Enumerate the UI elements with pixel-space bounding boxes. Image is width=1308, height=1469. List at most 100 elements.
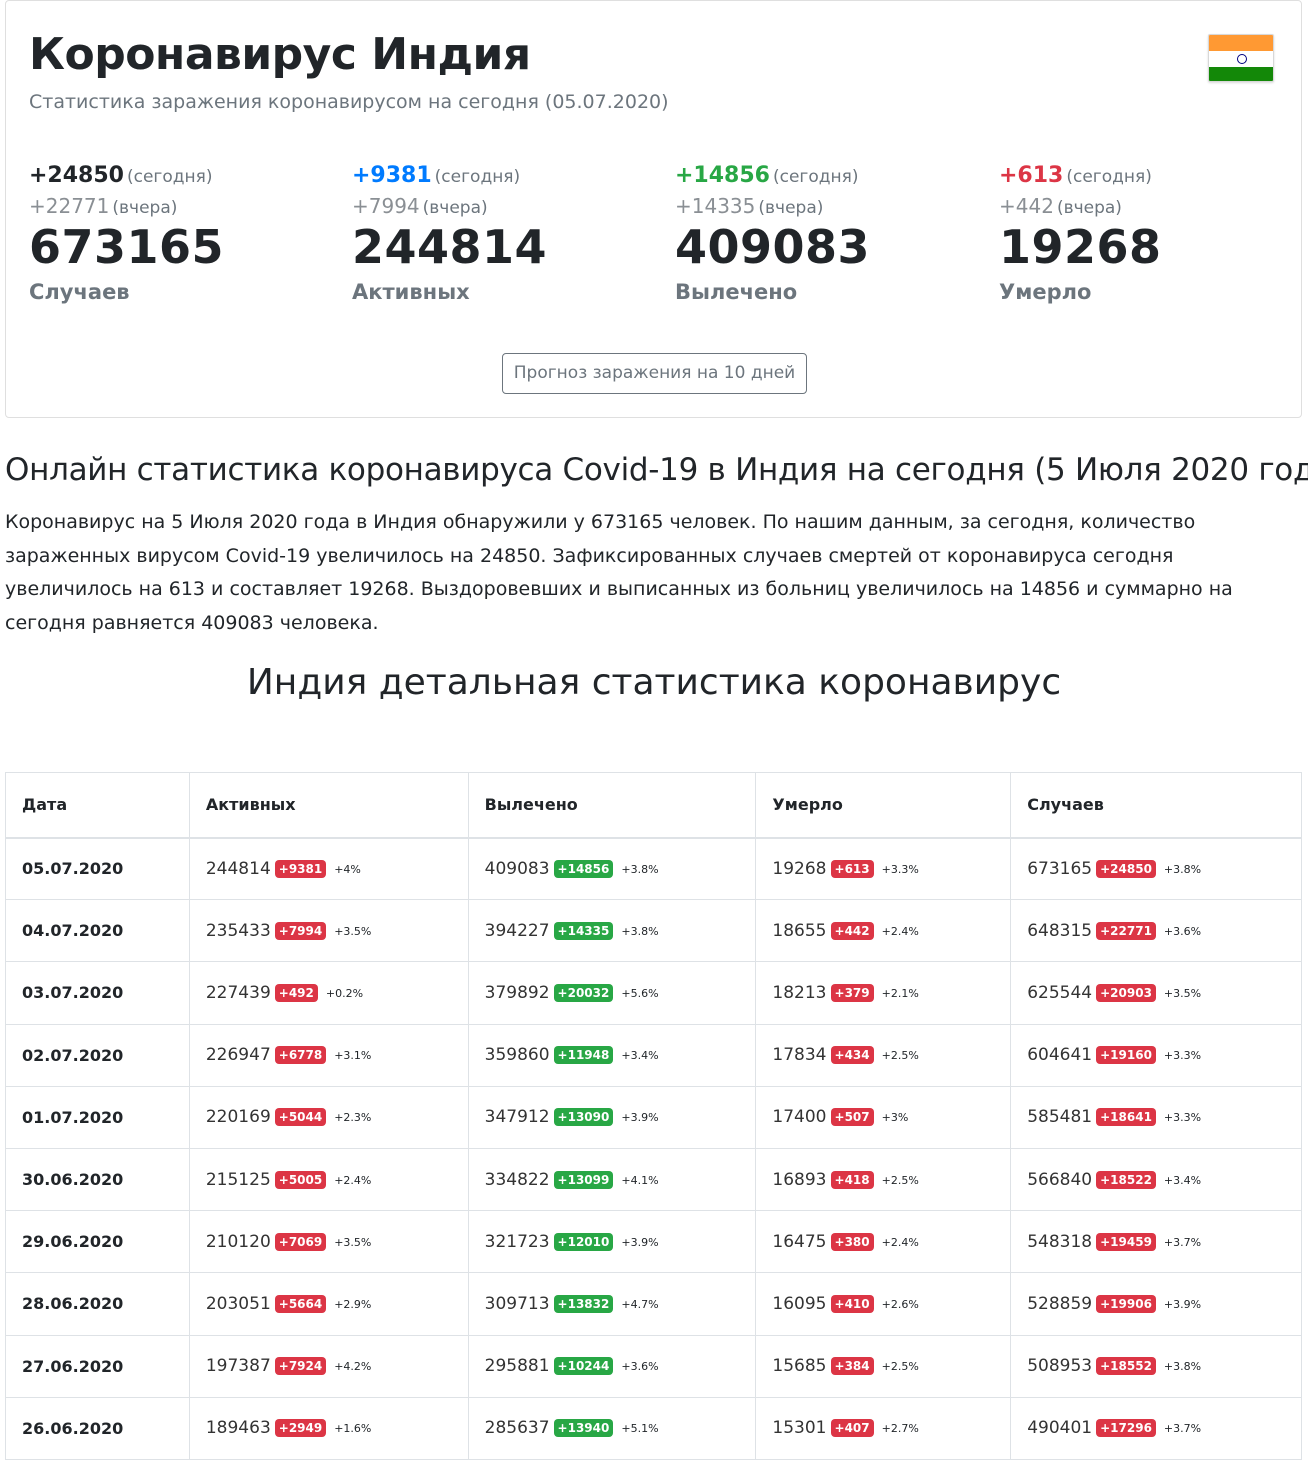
- delta-percent: +2.3%: [334, 1111, 372, 1125]
- cell-cases: 625544 +20903 +3.5%: [1010, 961, 1302, 1025]
- stat-active: +9381 (сегодня) +7994 (вчера) 244814 Актив…: [352, 163, 652, 304]
- cell-value: 235433: [205, 920, 271, 941]
- stat-total: 673165: [29, 220, 225, 274]
- delta-percent: +3.7%: [1163, 1235, 1202, 1249]
- delta-percent: +5.1%: [621, 1422, 659, 1436]
- stat-today-value: +24850: [29, 163, 124, 188]
- cell-value: 16893: [772, 1169, 827, 1190]
- cell-active: 197387 +7924 +4.2%: [188, 1334, 469, 1398]
- cell-value: 285637: [484, 1418, 550, 1439]
- cell-value: 508953: [1027, 1356, 1093, 1377]
- header-active: Активных: [188, 772, 469, 839]
- header-deaths: Умерло: [755, 772, 1012, 839]
- delta-badge: +20903: [1096, 983, 1156, 1002]
- cell-deaths: 17400 +507 +3%: [755, 1085, 1012, 1149]
- delta-badge: +9381: [274, 859, 327, 878]
- table-row: 30.06.2020 215125 +5005 +2.4% 334822 +13099 +4…: [5, 1147, 1302, 1212]
- page-title: Коронавирус Индия: [29, 29, 531, 80]
- cell-cases: 604641 +19160 +3.3%: [1010, 1023, 1302, 1087]
- delta-percent: +2.7%: [881, 1422, 919, 1436]
- cell-active: 220169 +5044 +2.3%: [188, 1085, 469, 1149]
- stat-today-tag: (сегодня): [434, 167, 521, 187]
- delta-percent: +3.8%: [621, 862, 659, 876]
- delta-percent: +3%: [881, 1111, 909, 1125]
- delta-badge: +13099: [553, 1170, 614, 1189]
- stat-label: Вылечено: [675, 280, 798, 304]
- page-subtitle: Статистика заражения коронавирусом на се…: [29, 91, 669, 113]
- stats-table: Дата Активных Вылечено Умерло Случаев 05…: [5, 772, 1302, 1460]
- cell-value: 18655: [772, 920, 827, 941]
- cell-value: 394227: [484, 920, 550, 941]
- cell-value: 379892: [484, 982, 550, 1003]
- cell-cases: 566840 +18522 +3.4%: [1010, 1147, 1302, 1212]
- delta-percent: +2.4%: [881, 924, 919, 938]
- delta-percent: +2.9%: [334, 1297, 372, 1311]
- table-row: 29.06.2020 210120 +7069 +3.5% 321723 +12010 +3…: [5, 1210, 1302, 1274]
- delta-badge: +12010: [553, 1232, 614, 1251]
- stat-today-value: +613: [999, 163, 1064, 188]
- stat-yesterday-tag: (вчера): [1056, 198, 1122, 218]
- delta-badge: +17296: [1096, 1419, 1156, 1438]
- cell-value: 625544: [1027, 982, 1093, 1003]
- cell-value: 566840: [1027, 1169, 1093, 1190]
- forecast-button[interactable]: Прогноз заражения на 10 дней: [502, 353, 807, 394]
- stat-recovered: +14856 (сегодня) +14335 (вчера) 409083 Выл…: [675, 163, 975, 304]
- stat-total: 19268: [999, 220, 1162, 274]
- cell-value: 203051: [205, 1293, 271, 1314]
- delta-percent: +3.4%: [1163, 1173, 1202, 1187]
- delta-badge: +22771: [1096, 921, 1156, 940]
- cell-cases: 490401 +17296 +3.7%: [1010, 1396, 1302, 1460]
- delta-percent: +2.4%: [334, 1173, 372, 1187]
- stat-yesterday-tag: (вчера): [112, 198, 178, 218]
- table-row: 04.07.2020 235433 +7994 +3.5% 394227 +14335 +3…: [5, 899, 1302, 963]
- cell-value: 673165: [1027, 858, 1093, 879]
- cell-deaths: 18655 +442 +2.4%: [755, 899, 1012, 963]
- stat-cases: +24850 (сегодня) +22771 (вчера) 673165 Слу…: [29, 163, 329, 304]
- delta-badge: +434: [830, 1046, 874, 1065]
- delta-badge: +7994: [274, 921, 327, 940]
- table-row: 03.07.2020 227439 +492 +0.2% 379892 +20032 +5.…: [5, 961, 1302, 1025]
- cell-value: 548318: [1027, 1231, 1093, 1252]
- delta-badge: +14335: [553, 921, 614, 940]
- cell-recovered: 379892 +20032 +5.6%: [467, 961, 757, 1025]
- cell-value: 18213: [772, 982, 827, 1003]
- stat-yesterday-tag: (вчера): [422, 198, 488, 218]
- delta-badge: +13832: [553, 1294, 614, 1313]
- delta-badge: +507: [830, 1108, 874, 1127]
- delta-percent: +3.3%: [1163, 1111, 1202, 1125]
- cell-deaths: 19268 +613 +3.3%: [755, 836, 1012, 901]
- stat-deaths: +613 (сегодня) +442 (вчера) 19268 Умерло: [999, 163, 1299, 304]
- delta-percent: +4.7%: [621, 1297, 659, 1311]
- delta-badge: +2949: [274, 1419, 327, 1438]
- cell-date: 30.06.2020: [5, 1147, 190, 1212]
- cell-value: 16095: [772, 1293, 827, 1314]
- delta-percent: +3.6%: [621, 1360, 659, 1374]
- cell-recovered: 394227 +14335 +3.8%: [467, 899, 757, 963]
- delta-badge: +19160: [1096, 1046, 1156, 1065]
- cell-active: 235433 +7994 +3.5%: [188, 899, 469, 963]
- cell-date: 05.07.2020: [5, 836, 190, 901]
- cell-value: 227439: [205, 982, 271, 1003]
- cell-value: 490401: [1027, 1418, 1093, 1439]
- delta-percent: +2.5%: [881, 1360, 919, 1374]
- cell-date: 04.07.2020: [5, 899, 190, 963]
- stat-today-value: +9381: [352, 163, 432, 188]
- cell-value: 210120: [205, 1231, 271, 1252]
- table-row: 01.07.2020 220169 +5044 +2.3% 347912 +13090 +3…: [5, 1085, 1302, 1149]
- cell-recovered: 334822 +13099 +4.1%: [467, 1147, 757, 1212]
- delta-badge: +24850: [1096, 859, 1156, 878]
- cell-active: 227439 +492 +0.2%: [188, 961, 469, 1025]
- cell-deaths: 15685 +384 +2.5%: [755, 1334, 1012, 1398]
- delta-percent: +3.9%: [1163, 1297, 1202, 1311]
- delta-badge: +380: [830, 1232, 874, 1251]
- cell-active: 210120 +7069 +3.5%: [188, 1210, 469, 1274]
- delta-percent: +3.1%: [334, 1049, 372, 1063]
- delta-percent: +3.7%: [1163, 1422, 1202, 1436]
- delta-badge: +6778: [274, 1046, 327, 1065]
- cell-value: 334822: [484, 1169, 550, 1190]
- delta-badge: +19906: [1096, 1294, 1156, 1313]
- stat-today-tag: (сегодня): [126, 167, 213, 187]
- delta-badge: +13940: [553, 1419, 614, 1438]
- detail-heading: Индия детальная статистика коронавирус: [246, 662, 1062, 703]
- cell-value: 409083: [484, 858, 550, 879]
